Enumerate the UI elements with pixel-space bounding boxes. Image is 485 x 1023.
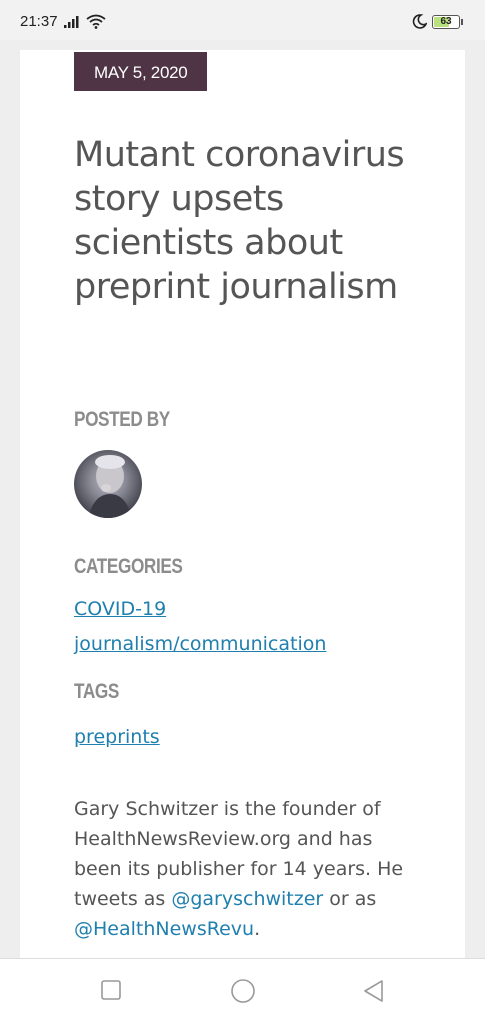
date-badge: MAY 5, 2020 — [74, 52, 208, 91]
circle-icon[interactable] — [230, 979, 256, 1010]
wifi-icon — [86, 14, 106, 34]
article-title: Mutant coronavirus story upsets scientis… — [74, 135, 405, 307]
status-bar: 21:37 63 — [0, 0, 485, 40]
moon-icon — [412, 14, 428, 34]
square-icon[interactable] — [100, 979, 122, 1006]
triangle-back-icon[interactable] — [362, 979, 386, 1008]
author-avatar[interactable] — [74, 450, 142, 518]
posted-by-heading: POSTED BY — [74, 408, 170, 431]
battery-tip — [461, 19, 463, 25]
tag-link-preprints[interactable]: preprints — [74, 726, 160, 748]
category-link-covid-19[interactable]: COVID-19 — [74, 598, 166, 620]
bio-text-or: or as — [323, 888, 377, 910]
signal-icon — [64, 15, 82, 33]
battery-level: 63 — [440, 16, 452, 27]
navigation-bar — [0, 958, 485, 1023]
twitter-link-garyschwitzer[interactable]: @garyschwitzer — [171, 888, 323, 910]
author-photo — [88, 455, 132, 518]
category-link-journalism-communication[interactable]: journalism/communication — [74, 633, 326, 655]
battery-indicator: 63 — [432, 15, 460, 29]
categories-heading: CATEGORIES — [74, 555, 183, 578]
author-bio: Gary Schwitzer is the founder of HealthN… — [74, 794, 424, 944]
tags-heading: TAGS — [74, 680, 119, 703]
twitter-link-healthnewsrevu[interactable]: @HealthNewsRevu — [74, 918, 254, 940]
status-time: 21:37 — [20, 13, 58, 30]
bio-text-end: . — [254, 918, 261, 940]
article-card: MAY 5, 2020 Mutant coronavirus story ups… — [20, 50, 465, 958]
